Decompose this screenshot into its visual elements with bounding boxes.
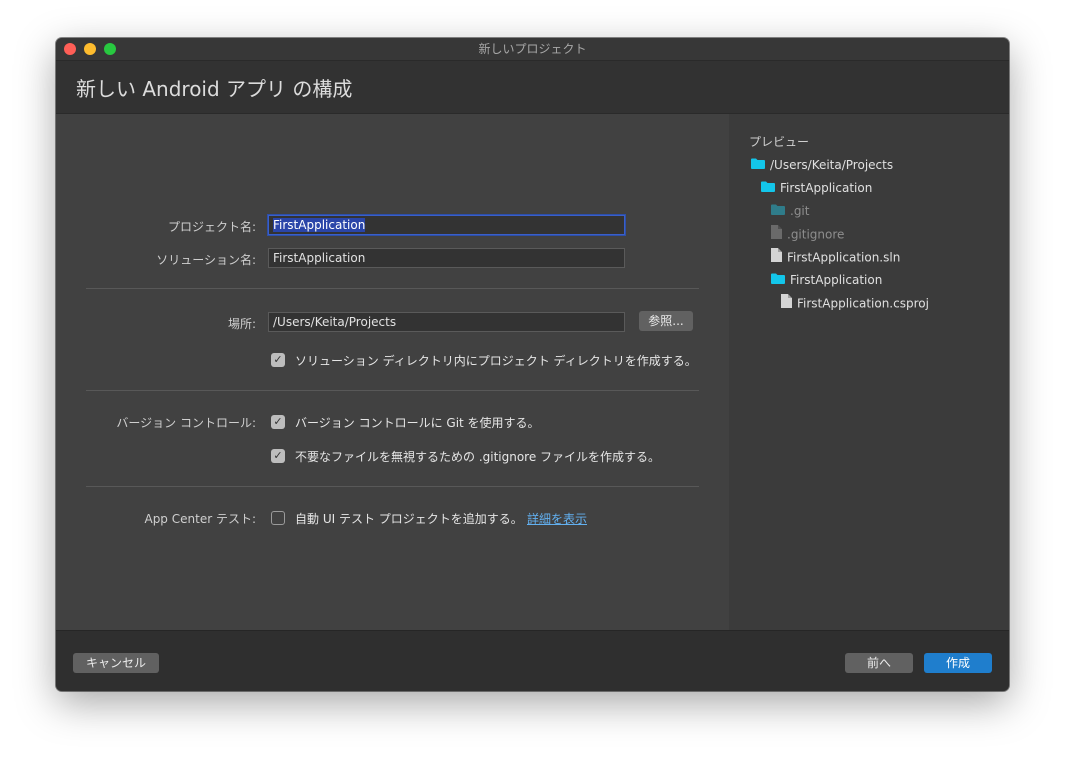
page-title: 新しい Android アプリ の構成 [76, 77, 353, 101]
tree-item: /Users/Keita/Projects [751, 157, 893, 173]
project-name-value: FirstApplication [273, 218, 366, 232]
tree-item: .gitignore [771, 225, 845, 243]
tree-item: .git [771, 203, 809, 219]
solution-dir-checkbox[interactable]: ✓ [271, 353, 285, 367]
gitignore-checkbox[interactable]: ✓ [271, 449, 285, 463]
dialog-window: 新しいプロジェクト 新しい Android アプリ の構成 プロジェクト名: F… [56, 38, 1009, 691]
cancel-button[interactable]: キャンセル [73, 653, 159, 673]
separator [86, 288, 699, 289]
file-icon [781, 294, 792, 312]
tree-item-label: FirstApplication [780, 181, 873, 195]
preview-panel: プレビュー /Users/Keita/Projects FirstApplicat… [729, 114, 1009, 630]
create-button[interactable]: 作成 [924, 653, 992, 673]
minimize-window-button[interactable] [84, 43, 96, 55]
project-name-input[interactable]: FirstApplication [268, 215, 625, 235]
version-control-label: バージョン コントロール: [116, 416, 256, 430]
window-title: 新しいプロジェクト [478, 42, 587, 56]
title-bar: 新しいプロジェクト [56, 38, 1009, 61]
tree-item-label: FirstApplication.csproj [797, 296, 929, 311]
git-checkbox[interactable]: ✓ [271, 415, 285, 429]
git-checkbox-label: バージョン コントロールに Git を使用する。 [295, 416, 540, 430]
folder-icon [771, 203, 785, 219]
tree-item-label: FirstApplication [790, 273, 883, 287]
tree-item: FirstApplication [771, 272, 882, 288]
tree-item: FirstApplication.csproj [781, 294, 929, 312]
file-icon [771, 248, 782, 266]
solution-name-label: ソリューション名: [156, 253, 256, 267]
show-details-link[interactable]: 詳細を表示 [527, 510, 587, 527]
folder-icon [751, 157, 765, 173]
tree-item: FirstApplication.sln [771, 248, 901, 266]
tree-item-label: .gitignore [787, 227, 845, 242]
solution-name-input[interactable]: FirstApplication [268, 248, 625, 268]
ui-test-checkbox-label: 自動 UI テスト プロジェクトを追加する。 [295, 512, 523, 526]
ui-test-checkbox[interactable] [271, 511, 285, 525]
tree-item-label: /Users/Keita/Projects [770, 158, 894, 172]
project-name-label: プロジェクト名: [167, 220, 256, 234]
browse-button[interactable]: 参照... [639, 311, 693, 331]
configuration-form: プロジェクト名: FirstApplication ソリューション名: Firs… [56, 114, 729, 630]
tree-item-label: .git [790, 204, 810, 218]
solution-dir-checkbox-label: ソリューション ディレクトリ内にプロジェクト ディレクトリを作成する。 [295, 354, 697, 368]
file-icon [771, 225, 782, 243]
app-center-label: App Center テスト: [144, 512, 256, 526]
folder-icon [761, 180, 775, 196]
dialog-header: 新しい Android アプリ の構成 [56, 61, 1009, 114]
separator [86, 486, 699, 487]
zoom-window-button[interactable] [104, 43, 116, 55]
back-button[interactable]: 前へ [845, 653, 913, 673]
tree-item: FirstApplication [761, 180, 872, 196]
folder-icon [771, 272, 785, 288]
gitignore-checkbox-label: 不要なファイルを無視するための .gitignore ファイルを作成する。 [295, 450, 661, 464]
location-label: 場所: [227, 317, 256, 331]
close-window-button[interactable] [64, 43, 76, 55]
preview-title: プレビュー [749, 135, 810, 149]
location-input[interactable]: /Users/Keita/Projects [268, 312, 625, 332]
tree-item-label: FirstApplication.sln [787, 250, 901, 265]
dialog-footer: キャンセル 前へ 作成 [56, 630, 1009, 691]
separator [86, 390, 699, 391]
